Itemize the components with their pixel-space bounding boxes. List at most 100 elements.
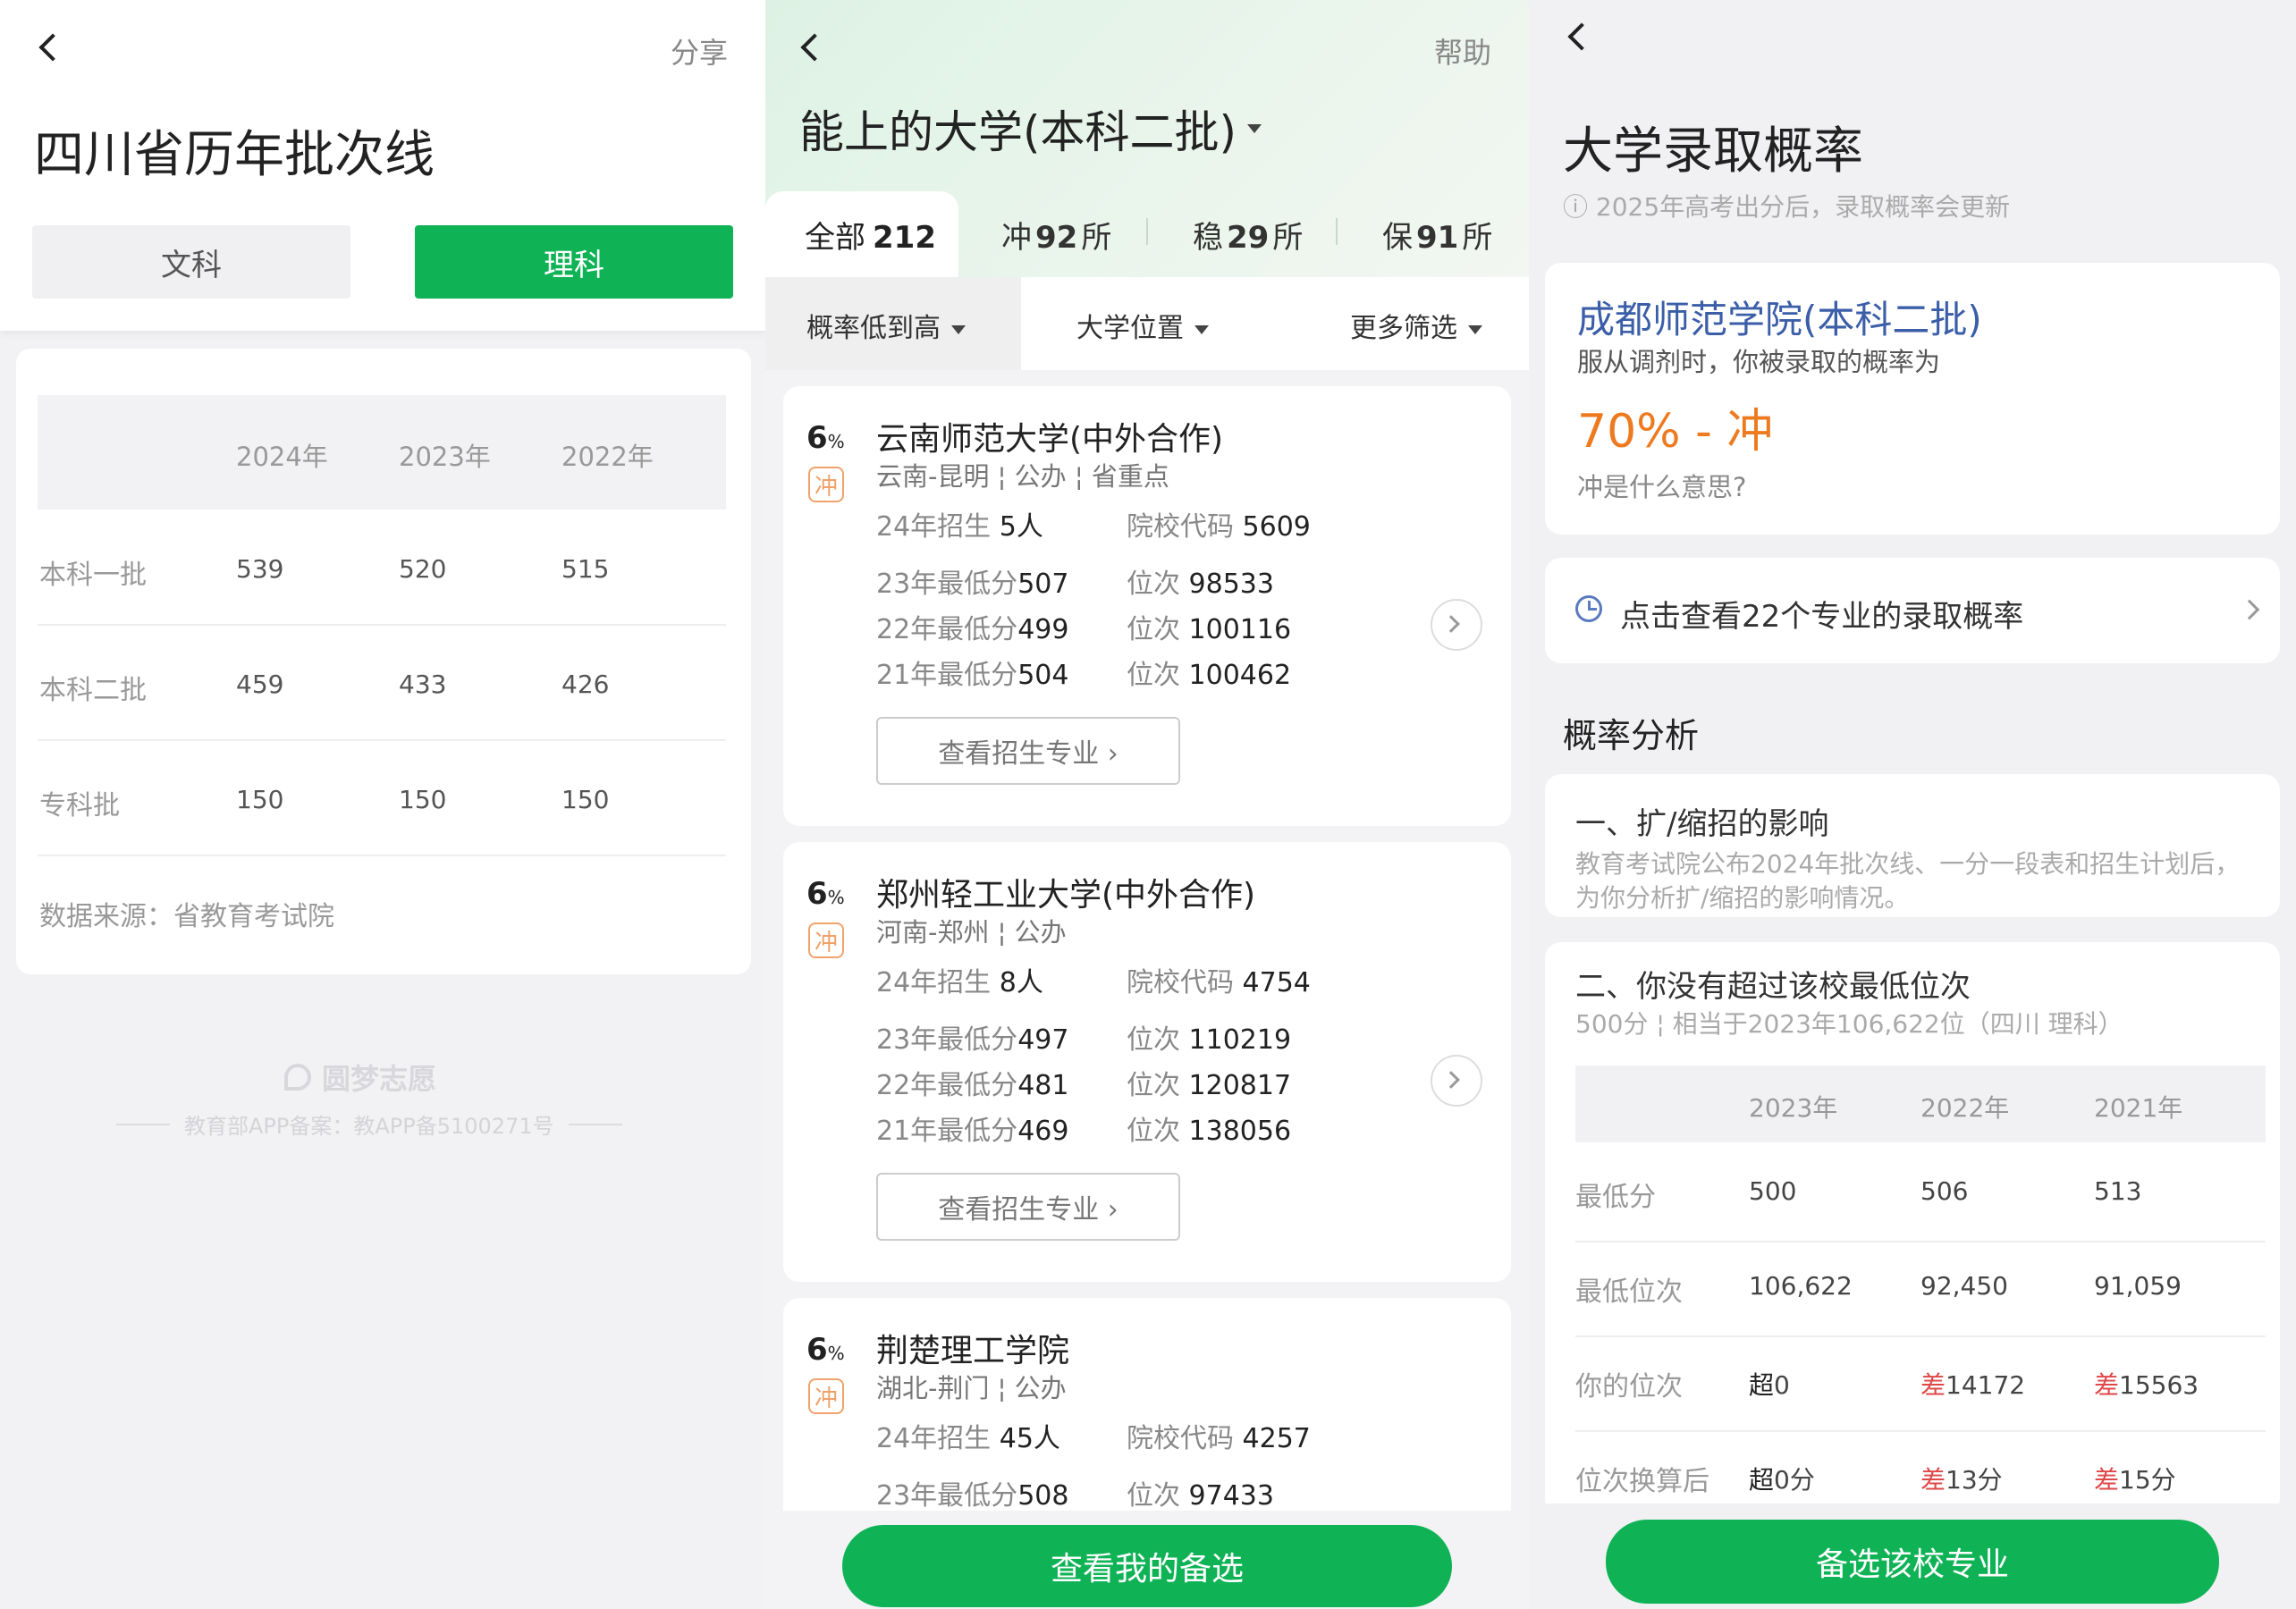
column-header: 2023年 <box>399 442 491 472</box>
divider <box>38 855 726 856</box>
table-cell: 500 <box>1749 1176 1797 1206</box>
section-desc: 教育考试院公布2024年批次线、一分一段表和招生计划后，为你分析扩/缩招的影响情… <box>1575 849 2241 913</box>
share-button[interactable]: 分享 <box>671 30 728 72</box>
sort-filter[interactable]: 概率低到高 <box>806 306 966 345</box>
rush-badge: 冲 <box>808 1378 844 1414</box>
location-filter[interactable]: 大学位置 <box>1076 306 1209 345</box>
min-score: 23年最低分508 <box>876 1480 1069 1512</box>
probability-card: 成都师范学院(本科二批) 服从调剂时，你被录取的概率为 70% - 冲 冲是什么… <box>1545 263 2280 535</box>
table-cell: 差15分 <box>2094 1465 2176 1495</box>
table-cell: 520 <box>399 554 447 584</box>
tab-all[interactable]: 全部 212 <box>765 191 958 277</box>
add-majors-button[interactable]: 备选该校专业 <box>1606 1520 2219 1604</box>
clock-icon <box>1575 595 1602 622</box>
university-card[interactable]: 6% 冲 郑州轻工业大学(中外合作) 河南-郑州 ¦ 公办 24年招生 8人 院… <box>783 842 1511 1282</box>
tab-steady[interactable]: 稳 29 所 <box>1193 213 1303 257</box>
table-cell: 513 <box>2094 1176 2142 1206</box>
university-card[interactable]: 6% 冲 云南师范大学(中外合作) 云南-昆明 ¦ 公办 ¦ 省重点 24年招生… <box>783 386 1511 826</box>
reachable-universities-screen: 帮助 能上的大学(本科二批) 全部 212 冲 92 所 稳 29 所 保 91 所 概率低到… <box>765 0 1529 1609</box>
data-source: 数据来源：省教育考试院 <box>39 901 334 932</box>
update-notice: ⓘ 2025年高考出分后，录取概率会更新 <box>1563 192 2011 222</box>
page-title: 能上的大学(本科二批) <box>799 106 1237 158</box>
dropdown-icon <box>1247 124 1262 133</box>
divider <box>568 1123 622 1125</box>
probability: 6% <box>806 1332 845 1368</box>
table-cell: 差14172 <box>1920 1370 2026 1400</box>
divider <box>38 624 726 626</box>
min-score: 23年最低分497 <box>876 1024 1069 1056</box>
what-is-rush-link[interactable]: 冲是什么意思? <box>1577 467 1746 504</box>
tab-science[interactable]: 理科 <box>415 225 733 299</box>
divider <box>1575 1335 2266 1337</box>
view-majors-button[interactable]: 查看招生专业 › <box>876 717 1180 785</box>
back-icon[interactable] <box>1567 22 1596 51</box>
page-title: 大学录取概率 <box>1563 122 1863 181</box>
university-name: 郑州轻工业大学(中外合作) <box>876 877 1256 914</box>
table-cell: 515 <box>561 554 610 584</box>
min-score: 22年最低分499 <box>876 614 1069 645</box>
detail-arrow-button[interactable] <box>1431 1055 1482 1107</box>
dropdown-icon <box>951 324 966 334</box>
university-card[interactable]: 6% 冲 荆楚理工学院 湖北-荆门 ¦ 公办 24年招生 45人 院校代码 42… <box>783 1298 1511 1530</box>
min-rank: 位次 138056 <box>1127 1116 1292 1147</box>
tab-liberal-arts[interactable]: 文科 <box>32 225 350 299</box>
university-location: 河南-郑州 ¦ 公办 <box>876 917 1067 948</box>
divider <box>1575 1241 2266 1243</box>
detail-arrow-button[interactable] <box>1431 599 1482 651</box>
table-cell: 433 <box>399 670 447 699</box>
university-name: 荆楚理工学院 <box>876 1333 1070 1369</box>
tab-safe[interactable]: 保 91 所 <box>1382 213 1492 257</box>
section-title: 二、你没有超过该校最低位次 <box>1575 969 1971 1005</box>
logo-icon <box>284 1064 311 1091</box>
filter-bar: 概率低到高 大学位置 更多筛选 <box>765 277 1529 370</box>
university-location: 云南-昆明 ¦ 公办 ¦ 省重点 <box>876 461 1169 492</box>
watermark-logo: 圆梦志愿 <box>284 1057 436 1098</box>
row-label: 最低位次 <box>1575 1276 1683 1308</box>
table-cell: 106,622 <box>1749 1271 1853 1301</box>
probability-value: 70% - 冲 <box>1577 405 1774 459</box>
divider <box>1146 218 1148 245</box>
enroll-count: 24年招生 45人 <box>876 1423 1060 1454</box>
rank-card: 二、你没有超过该校最低位次 500分 ¦ 相当于2023年106,622位（四川… <box>1545 942 2280 1514</box>
back-icon[interactable] <box>800 33 829 62</box>
table-cell: 超0分 <box>1749 1465 1815 1495</box>
min-rank: 位次 100462 <box>1127 660 1292 691</box>
row-label: 本科二批 <box>39 675 147 706</box>
tab-rush[interactable]: 冲 92 所 <box>1001 213 1111 257</box>
more-filter[interactable]: 更多筛选 <box>1350 306 1482 345</box>
school-name[interactable]: 成都师范学院(本科二批) <box>1577 290 1982 344</box>
row-label: 你的位次 <box>1575 1371 1683 1403</box>
university-name: 云南师范大学(中外合作) <box>876 421 1224 458</box>
enroll-count: 24年招生 8人 <box>876 967 1043 998</box>
majors-link-text: 点击查看22个专业的录取概率 <box>1620 599 2024 635</box>
column-header: 2022年 <box>1920 1093 2010 1123</box>
back-icon[interactable] <box>38 33 67 62</box>
table-cell: 差13分 <box>1920 1465 2003 1495</box>
majors-link-card[interactable]: 点击查看22个专业的录取概率 <box>1545 558 2280 663</box>
row-label: 位次换算后 <box>1575 1466 1709 1497</box>
help-button[interactable]: 帮助 <box>1434 30 1491 72</box>
divider <box>116 1123 170 1125</box>
chevron-right-icon <box>1442 1071 1460 1089</box>
header: 分享 四川省历年批次线 文科 理科 <box>0 0 765 331</box>
batch-selector[interactable]: 能上的大学(本科二批) <box>799 97 1262 161</box>
rush-badge: 冲 <box>808 467 844 502</box>
my-choices-button[interactable]: 查看我的备选 <box>842 1525 1452 1607</box>
min-rank: 位次 110219 <box>1127 1024 1292 1056</box>
table-cell: 150 <box>236 785 284 814</box>
min-rank: 位次 98533 <box>1127 569 1274 600</box>
row-label: 本科一批 <box>39 560 147 591</box>
divider <box>38 739 726 741</box>
expansion-card: 一、扩/缩招的影响 教育考试院公布2024年批次线、一分一段表和招生计划后，为你… <box>1545 774 2280 917</box>
view-majors-button[interactable]: 查看招生专业 › <box>876 1173 1180 1241</box>
header: 帮助 能上的大学(本科二批) 全部 212 冲 92 所 稳 29 所 保 91 所 <box>765 0 1529 277</box>
min-rank: 位次 100116 <box>1127 614 1292 645</box>
column-header: 2023年 <box>1749 1093 1838 1123</box>
min-score: 21年最低分469 <box>876 1116 1069 1147</box>
table-cell: 差15563 <box>2094 1370 2199 1400</box>
min-score: 22年最低分481 <box>876 1070 1069 1101</box>
chevron-right-icon <box>2239 599 2260 620</box>
enroll-count: 24年招生 5人 <box>876 511 1043 543</box>
column-header: 2021年 <box>2094 1093 2183 1123</box>
row-label: 专科批 <box>39 790 120 821</box>
